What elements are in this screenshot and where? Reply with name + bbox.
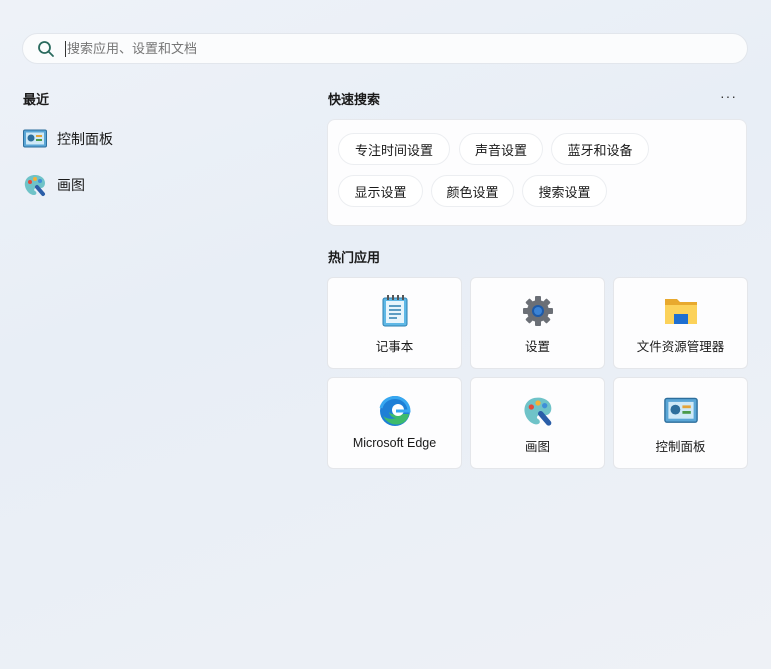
- search-input[interactable]: [67, 41, 667, 56]
- recent-item-label: 控制面板: [57, 131, 113, 147]
- app-tile-label: 记事本: [375, 340, 414, 354]
- search-icon: [38, 40, 54, 57]
- app-tile-notepad[interactable]: 记事本: [327, 277, 462, 369]
- app-tile-label: 文件资源管理器: [636, 340, 725, 354]
- paint-icon: [24, 175, 45, 196]
- app-tile-settings[interactable]: 设置: [470, 277, 605, 369]
- app-tile-label: 控制面板: [655, 440, 706, 454]
- app-tile-label: 画图: [524, 440, 550, 454]
- chip-display-settings[interactable]: 显示设置: [338, 175, 423, 207]
- chip-search-settings[interactable]: 搜索设置: [522, 175, 607, 207]
- recent-item-label: 画图: [57, 177, 85, 193]
- recent-heading: 最近: [23, 92, 50, 107]
- app-tile-file-explorer[interactable]: 文件资源管理器: [613, 277, 748, 369]
- notepad-icon: [382, 295, 407, 327]
- app-tile-paint[interactable]: 画图: [470, 377, 605, 469]
- chip-sound-settings[interactable]: 声音设置: [459, 133, 543, 165]
- file-explorer-icon: [664, 299, 697, 324]
- quick-search-heading: 快速搜索: [328, 92, 381, 107]
- top-apps-heading: 热门应用: [328, 250, 381, 265]
- more-options-button[interactable]: ···: [720, 88, 737, 104]
- search-box[interactable]: [22, 33, 748, 64]
- settings-gear-icon: [522, 296, 553, 326]
- control-panel-icon: [663, 397, 698, 423]
- chip-bluetooth-devices[interactable]: 蓝牙和设备: [551, 133, 649, 165]
- app-tile-edge[interactable]: Microsoft Edge: [327, 377, 462, 469]
- recent-item-control-panel[interactable]: 控制面板: [23, 124, 113, 154]
- recent-item-paint[interactable]: 画图: [23, 170, 85, 200]
- app-tile-label: 设置: [524, 340, 550, 354]
- edge-icon: [379, 396, 411, 426]
- control-panel-icon: [23, 129, 47, 148]
- app-tile-label: Microsoft Edge: [352, 436, 437, 450]
- paint-icon: [523, 397, 551, 426]
- app-tile-control-panel[interactable]: 控制面板: [613, 377, 748, 469]
- chip-color-settings[interactable]: 颜色设置: [431, 175, 514, 207]
- text-cursor: [65, 40, 66, 57]
- chip-focus-settings[interactable]: 专注时间设置: [338, 133, 450, 165]
